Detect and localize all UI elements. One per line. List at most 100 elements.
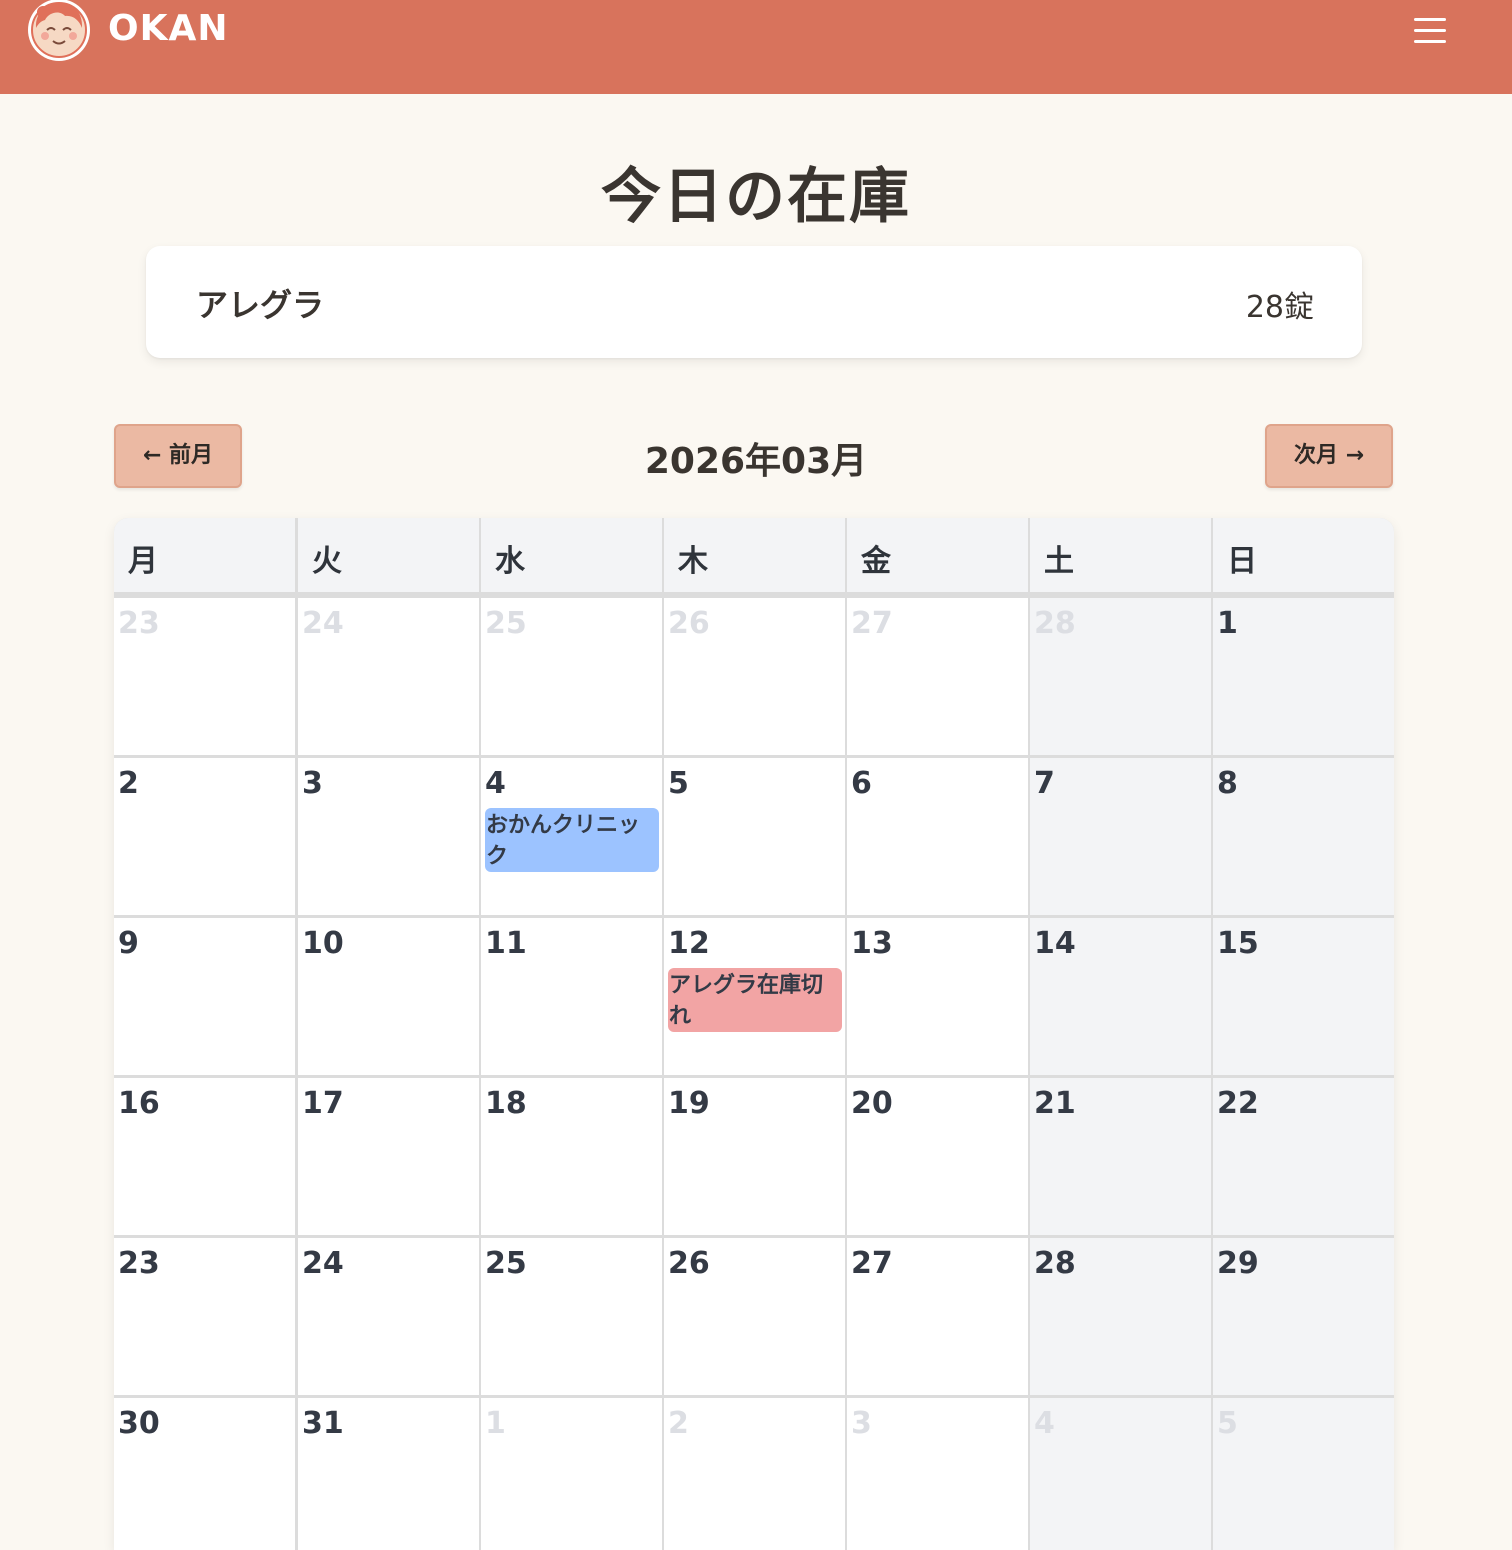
day-number: 10 <box>302 926 344 961</box>
calendar-day-cell[interactable]: 9 <box>114 918 295 1075</box>
calendar-day-cell[interactable]: 25 <box>481 598 662 755</box>
day-number: 1 <box>1217 606 1238 641</box>
day-number: 16 <box>118 1086 160 1121</box>
calendar-day-cell[interactable]: 30 <box>114 1398 295 1550</box>
calendar-day-cell[interactable]: 15 <box>1213 918 1394 1075</box>
day-number: 2 <box>118 766 139 801</box>
calendar-day-cell[interactable]: 5 <box>664 758 845 915</box>
calendar-day-cell[interactable]: 11 <box>481 918 662 1075</box>
day-number: 13 <box>851 926 893 961</box>
day-number: 23 <box>118 606 160 641</box>
day-number: 28 <box>1034 606 1076 641</box>
calendar-day-cell[interactable]: 10 <box>298 918 479 1075</box>
day-number: 19 <box>668 1086 710 1121</box>
calendar-day-cell[interactable]: 12 アレグラ在庫切れ <box>664 918 845 1075</box>
day-number: 22 <box>1217 1086 1259 1121</box>
calendar-day-cell[interactable]: 3 <box>298 758 479 915</box>
weekday-label: 金 <box>847 518 1028 592</box>
calendar-day-cell[interactable]: 1 <box>1213 598 1394 755</box>
calendar-day-cell[interactable]: 4 おかんクリニック <box>481 758 662 915</box>
day-number: 28 <box>1034 1246 1076 1281</box>
weekday-header: 月火水木金土日 <box>114 518 1394 596</box>
stock-item-quantity: 28錠 <box>1245 290 1314 325</box>
day-number: 9 <box>118 926 139 961</box>
day-number: 3 <box>302 766 323 801</box>
day-number: 29 <box>1217 1246 1259 1281</box>
day-number: 11 <box>485 926 527 961</box>
menu-line-icon <box>1414 29 1446 32</box>
day-number: 7 <box>1034 766 1055 801</box>
weekday-label: 日 <box>1213 518 1394 592</box>
calendar-day-cell[interactable]: 2 <box>664 1398 845 1550</box>
day-number: 14 <box>1034 926 1076 961</box>
calendar-day-cell[interactable]: 23 <box>114 1238 295 1395</box>
stock-item-name: アレグラ <box>196 286 325 324</box>
calendar-day-cell[interactable]: 7 <box>1030 758 1211 915</box>
calendar-day-cell[interactable]: 22 <box>1213 1078 1394 1235</box>
day-number: 12 <box>668 926 710 961</box>
calendar-day-cell[interactable]: 24 <box>298 1238 479 1395</box>
day-number: 25 <box>485 606 527 641</box>
menu-line-icon <box>1414 18 1446 21</box>
calendar-day-cell[interactable]: 16 <box>114 1078 295 1235</box>
hamburger-menu-button[interactable] <box>1408 14 1452 48</box>
calendar-day-cell[interactable]: 13 <box>847 918 1028 1075</box>
calendar-day-cell[interactable]: 4 <box>1030 1398 1211 1550</box>
day-number: 24 <box>302 606 344 641</box>
day-number: 6 <box>851 766 872 801</box>
day-number: 21 <box>1034 1086 1076 1121</box>
okan-avatar-icon[interactable] <box>27 0 91 62</box>
day-number: 15 <box>1217 926 1259 961</box>
app-header: OKAN <box>0 0 1512 94</box>
day-number: 20 <box>851 1086 893 1121</box>
calendar-day-cell[interactable]: 17 <box>298 1078 479 1235</box>
brand-name[interactable]: OKAN <box>108 8 229 49</box>
calendar-day-cell[interactable]: 3 <box>847 1398 1028 1550</box>
calendar-day-cell[interactable]: 24 <box>298 598 479 755</box>
day-number: 2 <box>668 1406 689 1441</box>
calendar-day-cell[interactable]: 28 <box>1030 598 1211 755</box>
calendar-day-cell[interactable]: 26 <box>664 1238 845 1395</box>
calendar-day-cell[interactable]: 25 <box>481 1238 662 1395</box>
day-number: 8 <box>1217 766 1238 801</box>
calendar-day-cell[interactable]: 19 <box>664 1078 845 1235</box>
day-number: 30 <box>118 1406 160 1441</box>
page-title: 今日の在庫 <box>601 162 911 232</box>
day-number: 5 <box>668 766 689 801</box>
day-number: 26 <box>668 1246 710 1281</box>
calendar-day-cell[interactable]: 2 <box>114 758 295 915</box>
weekday-label: 土 <box>1030 518 1211 592</box>
day-number: 1 <box>485 1406 506 1441</box>
calendar-grid: 月火水木金土日 23 24 25 26 27 28 1 2 3 4 おかんクリニック 5 6 7 8 9 10 1… <box>114 518 1394 1550</box>
calendar-day-cell[interactable]: 29 <box>1213 1238 1394 1395</box>
menu-line-icon <box>1414 40 1446 43</box>
calendar-day-cell[interactable]: 21 <box>1030 1078 1211 1235</box>
calendar-day-cell[interactable]: 28 <box>1030 1238 1211 1395</box>
calendar-day-cell[interactable]: 1 <box>481 1398 662 1550</box>
day-number: 17 <box>302 1086 344 1121</box>
next-month-button[interactable]: 次月 → <box>1265 424 1393 488</box>
calendar-day-cell[interactable]: 27 <box>847 598 1028 755</box>
calendar-day-cell[interactable]: 6 <box>847 758 1028 915</box>
calendar-day-cell[interactable]: 18 <box>481 1078 662 1235</box>
stock-card: アレグラ 28錠 <box>146 246 1362 358</box>
calendar-day-cell[interactable]: 27 <box>847 1238 1028 1395</box>
calendar-event[interactable]: おかんクリニック <box>485 808 659 872</box>
weekday-label: 火 <box>298 518 479 592</box>
calendar-day-cell[interactable]: 20 <box>847 1078 1028 1235</box>
calendar-day-cell[interactable]: 14 <box>1030 918 1211 1075</box>
calendar-event[interactable]: アレグラ在庫切れ <box>668 968 842 1032</box>
day-number: 5 <box>1217 1406 1238 1441</box>
weekday-label: 木 <box>664 518 845 592</box>
day-number: 4 <box>485 766 506 801</box>
calendar-day-cell[interactable]: 5 <box>1213 1398 1394 1550</box>
weekday-label: 月 <box>114 518 295 592</box>
day-number: 24 <box>302 1246 344 1281</box>
calendar-day-cell[interactable]: 23 <box>114 598 295 755</box>
calendar-day-cell[interactable]: 8 <box>1213 758 1394 915</box>
calendar-day-cell[interactable]: 26 <box>664 598 845 755</box>
day-number: 27 <box>851 606 893 641</box>
day-number: 18 <box>485 1086 527 1121</box>
day-number: 3 <box>851 1406 872 1441</box>
calendar-day-cell[interactable]: 31 <box>298 1398 479 1550</box>
